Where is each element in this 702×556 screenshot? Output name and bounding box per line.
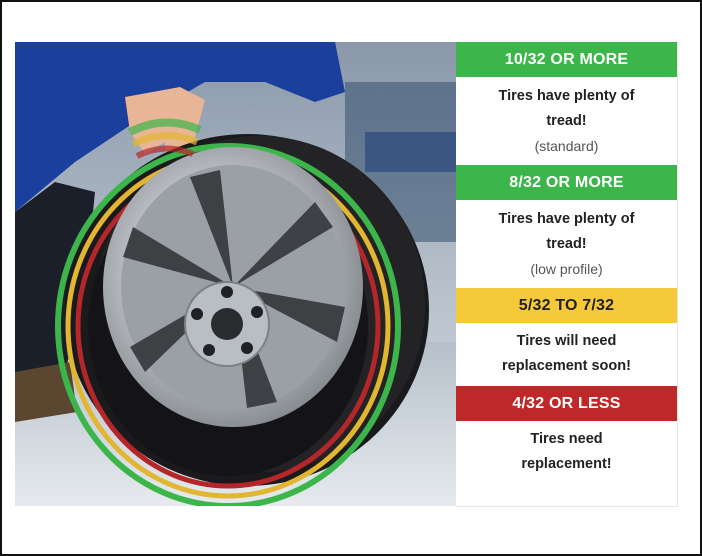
- tread-description-line: tread!: [546, 236, 587, 252]
- tread-depth-panel: 10/32 OR MORE Tires have plenty of tread…: [456, 42, 678, 507]
- tread-note: (low profile): [530, 261, 603, 277]
- tread-description-line: replacement!: [521, 456, 612, 472]
- tread-description-line: tread!: [546, 113, 587, 129]
- frame: 10/32 OR MORE Tires have plenty of tread…: [0, 0, 702, 556]
- tread-description-line: Tires have plenty of: [498, 211, 635, 227]
- tread-description-3: Tires will need replacement soon!: [456, 329, 677, 379]
- tread-heading-1: 10/32 OR MORE: [456, 42, 677, 77]
- tread-description-1: Tires have plenty of tread! (standard): [456, 84, 677, 158]
- tread-description-2: Tires have plenty of tread! (low profile…: [456, 207, 677, 281]
- tire-photo: [15, 42, 456, 506]
- tread-description-line: Tires will need: [516, 333, 617, 349]
- tread-note: (standard): [534, 138, 599, 154]
- tread-heading-3: 5/32 TO 7/32: [456, 288, 677, 323]
- tread-description-4: Tires need replacement!: [456, 427, 677, 477]
- tread-heading-2: 8/32 OR MORE: [456, 165, 677, 200]
- tire-tread-gauge-photo-icon: [15, 42, 456, 506]
- tread-description-line: Tires need: [530, 431, 603, 447]
- tread-heading-4: 4/32 OR LESS: [456, 386, 677, 421]
- tread-description-line: Tires have plenty of: [498, 88, 635, 104]
- tread-description-line: replacement soon!: [502, 358, 631, 374]
